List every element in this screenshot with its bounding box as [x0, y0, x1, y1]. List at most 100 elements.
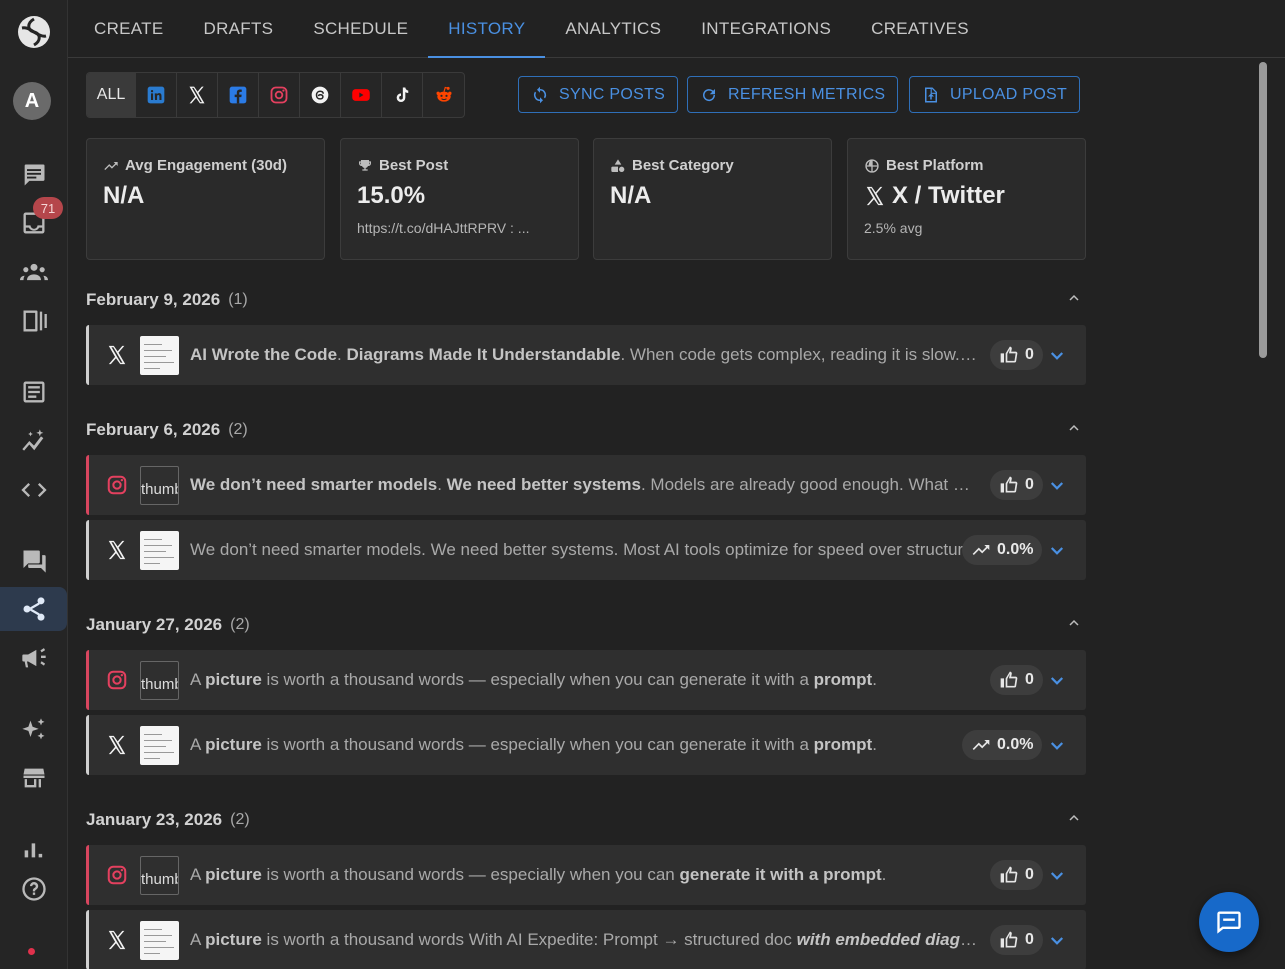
thumbs-up-icon	[1000, 866, 1018, 883]
tab-integrations[interactable]: INTEGRATIONS	[681, 0, 851, 57]
tab-analytics[interactable]: ANALYTICS	[545, 0, 681, 57]
inbox-count-badge: 71	[33, 197, 63, 219]
chevron-down-icon[interactable]	[1048, 672, 1066, 690]
chevron-up-icon[interactable]	[1066, 810, 1082, 826]
forum-nav-button[interactable]	[0, 539, 67, 583]
x-icon	[866, 186, 884, 206]
help-circle-icon	[21, 877, 46, 901]
chevron-up-icon[interactable]	[1066, 290, 1082, 306]
post-thumbnail[interactable]: thumbnail	[140, 465, 179, 505]
tab-creatives[interactable]: CREATIVES	[851, 0, 989, 57]
metric-value: 0.0%	[997, 541, 1034, 558]
forum-icon	[23, 550, 46, 573]
filter-tiktok-button[interactable]	[382, 73, 423, 117]
ai-nav-button[interactable]	[0, 708, 67, 752]
tab-history[interactable]: HISTORY	[428, 0, 546, 58]
group-count: (2)	[230, 811, 250, 828]
history-post-row[interactable]: A picture is worth a thousand words — es…	[86, 715, 1086, 775]
articles-nav-button[interactable]	[0, 370, 67, 414]
history-post-row[interactable]: A picture is worth a thousand words With…	[86, 910, 1086, 969]
post-thumbnail[interactable]: thumbnail	[140, 855, 179, 895]
post-thumbnail[interactable]	[140, 725, 179, 765]
filter-youtube-button[interactable]	[341, 73, 382, 117]
best-post-label: Best Post	[379, 157, 449, 174]
chat-support-button[interactable]	[1199, 892, 1259, 952]
history-post-row[interactable]: thumbnail A picture is worth a thousand w…	[86, 845, 1086, 905]
bar-chart-icon	[24, 843, 42, 858]
social-share-nav-button[interactable]	[0, 587, 67, 631]
post-thumbnail[interactable]	[140, 530, 179, 570]
history-group-header[interactable]: February 6, 2026 (2)	[86, 418, 1086, 442]
team-nav-button[interactable]	[0, 250, 67, 294]
group-date: February 9, 2026	[86, 290, 221, 309]
chevron-down-icon[interactable]	[1048, 542, 1066, 560]
history-group-header[interactable]: February 9, 2026 (1)	[86, 288, 1086, 312]
instagram-icon	[107, 865, 127, 885]
chevron-down-icon[interactable]	[1048, 347, 1066, 365]
megaphone-icon	[21, 648, 46, 668]
filter-instagram-button[interactable]	[259, 73, 300, 117]
book-pages-icon	[23, 310, 47, 332]
help-nav-button[interactable]	[0, 867, 67, 911]
platform-icon	[106, 344, 128, 366]
user-avatar[interactable]: A	[13, 82, 51, 120]
post-thumbnail[interactable]: thumbnail	[140, 660, 179, 700]
platform-icon	[106, 474, 128, 496]
linkedin-icon	[147, 86, 165, 104]
post-text: A picture is worth a thousand words — es…	[190, 670, 877, 689]
groups-icon	[19, 263, 48, 281]
chevron-down-icon[interactable]	[1048, 867, 1066, 885]
youtube-icon	[352, 89, 370, 101]
chevron-down-icon[interactable]	[1048, 737, 1066, 755]
history-group-header[interactable]: January 23, 2026 (2)	[86, 808, 1086, 832]
filter-x-button[interactable]	[177, 73, 218, 117]
filter-reddit-button[interactable]	[423, 73, 464, 117]
history-post-row[interactable]: thumbnail We don’t need smarter models. W…	[86, 455, 1086, 515]
refresh-metrics-button[interactable]: REFRESH METRICS	[687, 76, 899, 113]
store-nav-button[interactable]	[0, 756, 67, 800]
filter-facebook-button[interactable]	[218, 73, 259, 117]
history-post-row[interactable]: thumbnail A picture is worth a thousand w…	[86, 650, 1086, 710]
metric-value: 0.0%	[997, 736, 1034, 753]
scrollbar-thumb[interactable]	[1259, 62, 1267, 358]
status-dot	[28, 948, 35, 955]
upload-post-label: UPLOAD POST	[950, 85, 1068, 103]
code-nav-button[interactable]	[0, 468, 67, 512]
filter-linkedin-button[interactable]	[136, 73, 177, 117]
chevron-down-icon[interactable]	[1048, 477, 1066, 495]
filter-all-button[interactable]: ALL	[87, 73, 136, 117]
tab-drafts[interactable]: DRAFTS	[184, 0, 294, 57]
history-group-header[interactable]: January 27, 2026 (2)	[86, 613, 1086, 637]
post-text: A picture is worth a thousand words — es…	[190, 735, 877, 754]
group-count: (1)	[228, 291, 248, 308]
history-post-row[interactable]: AI Wrote the Code. Diagrams Made It Unde…	[86, 325, 1086, 385]
metric-value: 0	[1025, 931, 1034, 948]
best-category-header: Best Category	[610, 157, 815, 174]
likes-count-pill: 0	[990, 925, 1043, 955]
campaigns-nav-button[interactable]	[0, 636, 67, 680]
chevron-up-icon[interactable]	[1066, 420, 1082, 436]
chevron-up-icon[interactable]	[1066, 615, 1082, 631]
app-logo-icon[interactable]	[17, 15, 51, 49]
messages-nav-button[interactable]	[0, 153, 67, 197]
best-platform-avg: 2.5% avg	[864, 220, 923, 236]
best-post-link[interactable]: https://t.co/dHAJttRPRV : ...	[357, 220, 562, 236]
post-thumbnail[interactable]	[140, 920, 179, 960]
chevron-down-icon[interactable]	[1048, 932, 1066, 950]
best-platform-header: Best Platform	[864, 157, 1069, 174]
insights-nav-button[interactable]	[0, 419, 67, 463]
analytics-nav-button[interactable]	[0, 826, 67, 870]
history-post-row[interactable]: We don’t need smarter models. We need be…	[86, 520, 1086, 580]
likes-count-pill: 0	[990, 860, 1043, 890]
tab-schedule[interactable]: SCHEDULE	[293, 0, 428, 57]
chat-bubble-icon	[1217, 911, 1241, 934]
upload-post-button[interactable]: UPLOAD POST	[909, 76, 1081, 113]
post-thumbnail[interactable]	[140, 335, 179, 375]
best-platform-card: Best Platform X / Twitter 2.5% avg	[847, 138, 1086, 260]
platform-icon	[106, 929, 128, 951]
avg-engagement-label: Avg Engagement (30d)	[125, 157, 287, 174]
filter-threads-button[interactable]	[300, 73, 341, 117]
tab-create[interactable]: CREATE	[68, 0, 184, 57]
sync-posts-button[interactable]: SYNC POSTS	[518, 76, 679, 113]
documents-nav-button[interactable]	[0, 299, 67, 343]
